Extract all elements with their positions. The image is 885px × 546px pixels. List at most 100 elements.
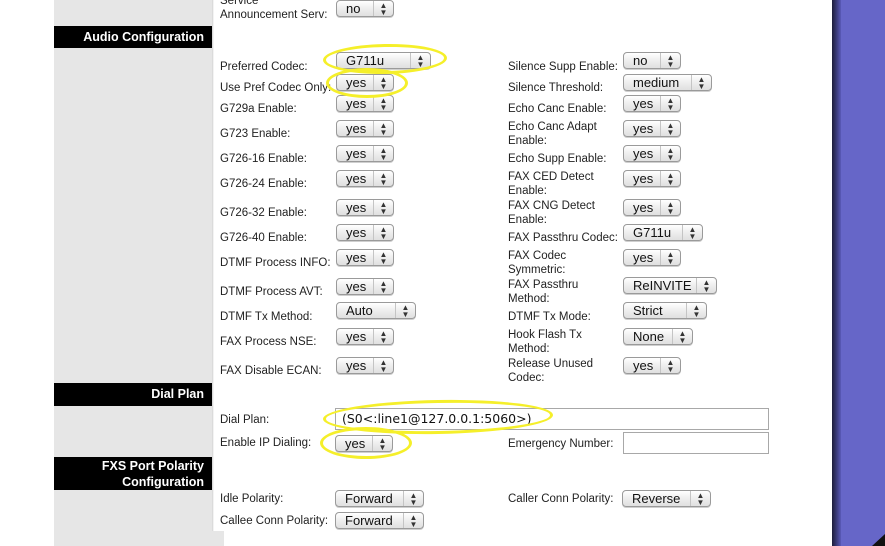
select-value: yes: [633, 121, 654, 136]
select-value: yes: [346, 75, 367, 90]
audio-left-label-0: Preferred Codec:: [220, 61, 308, 73]
fxs-header-line-1: FXS Port Polarity: [101, 459, 204, 473]
audio-right-select-11[interactable]: None ▲ ▼: [623, 328, 693, 345]
audio-right-label-3: Echo Canc Adapt: [508, 121, 597, 133]
audio-right-select-2[interactable]: yes ▲ ▼: [623, 95, 681, 112]
audio-left-select-0[interactable]: G711u ▲ ▼: [336, 52, 431, 69]
select-arrows-icon: ▲ ▼: [660, 250, 680, 266]
audio-left-select-3[interactable]: yes ▲ ▼: [336, 120, 394, 137]
select-arrows-icon: ▲ ▼: [373, 75, 393, 91]
callee-conn-polarity-label: Callee Conn Polarity:: [220, 515, 329, 527]
select-arrows-icon: ▲ ▼: [373, 250, 393, 266]
idle-polarity-select[interactable]: Forward ▲ ▼: [335, 490, 424, 507]
audio-right-label-0: Silence Supp Enable:: [508, 61, 618, 73]
select-value: medium: [633, 75, 680, 90]
section-audio-configuration: Audio Configuration: [54, 26, 212, 48]
audio-right-select-10[interactable]: Strict ▲ ▼: [623, 302, 707, 319]
dial-plan-input[interactable]: (S0<:line1@127.0.0.1:5060>): [335, 408, 769, 430]
select-value: yes: [633, 250, 654, 265]
select-arrows-icon: ▲ ▼: [373, 329, 393, 345]
audio-left-select-8[interactable]: yes ▲ ▼: [336, 249, 394, 266]
audio-right-label-8-line2: Symmetric:: [508, 264, 566, 276]
audio-right-select-9[interactable]: ReINVITE ▲ ▼: [623, 277, 717, 294]
audio-left-select-12[interactable]: yes ▲ ▼: [336, 357, 394, 374]
fxs-header-line-2: Configuration: [122, 475, 204, 489]
audio-left-select-4[interactable]: yes ▲ ▼: [336, 145, 394, 162]
select-value: yes: [346, 96, 367, 111]
audio-left-select-10[interactable]: Auto ▲ ▼: [336, 302, 416, 319]
select-value: yes: [346, 250, 367, 265]
audio-left-select-5[interactable]: yes ▲ ▼: [336, 170, 394, 187]
service-announcement-label-2: Announcement Serv:: [220, 9, 328, 21]
audio-right-label-9: FAX Passthru: [508, 279, 579, 291]
audio-left-select-11[interactable]: yes ▲ ▼: [336, 328, 394, 345]
audio-right-select-8[interactable]: yes ▲ ▼: [623, 249, 681, 266]
emergency-number-input[interactable]: [623, 432, 769, 454]
audio-right-label-5: FAX CED Detect: [508, 171, 594, 183]
select-arrows-icon: ▲ ▼: [690, 491, 710, 507]
select-value: no: [346, 1, 361, 16]
select-arrows-icon: ▲ ▼: [373, 225, 393, 241]
select-value: yes: [633, 200, 654, 215]
audio-right-select-1[interactable]: medium ▲ ▼: [623, 74, 712, 91]
audio-right-select-12[interactable]: yes ▲ ▼: [623, 357, 681, 374]
select-arrows-icon: ▲ ▼: [660, 200, 680, 216]
select-arrows-icon: ▲ ▼: [660, 121, 680, 137]
audio-right-label-10: DTMF Tx Mode:: [508, 311, 591, 323]
enable-ip-dialing-label: Enable IP Dialing:: [220, 437, 312, 449]
audio-right-select-6[interactable]: yes ▲ ▼: [623, 199, 681, 216]
content-divider: [212, 0, 214, 531]
select-arrows-icon: ▲ ▼: [660, 146, 680, 162]
audio-right-label-3-line2: Enable:: [508, 135, 548, 147]
caller-conn-polarity-select[interactable]: Reverse ▲ ▼: [622, 490, 711, 507]
select-arrows-icon: ▲ ▼: [373, 146, 393, 162]
section-fxs-port-polarity: FXS Port Polarity Configuration: [54, 457, 212, 490]
select-value: yes: [346, 329, 367, 344]
select-value: yes: [345, 436, 366, 451]
audio-left-label-10: DTMF Tx Method:: [220, 311, 313, 323]
audio-left-label-9: DTMF Process AVT:: [220, 286, 323, 298]
select-arrows-icon: ▲ ▼: [403, 513, 423, 529]
audio-left-label-3: G723 Enable:: [220, 128, 291, 140]
select-arrows-icon: ▲ ▼: [660, 96, 680, 112]
select-arrows-icon: ▲ ▼: [686, 303, 706, 319]
select-arrows-icon: ▲ ▼: [682, 225, 702, 241]
audio-left-label-2: G729a Enable:: [220, 103, 297, 115]
select-value: yes: [633, 358, 654, 373]
select-arrows-icon: ▲ ▼: [660, 171, 680, 187]
audio-left-select-7[interactable]: yes ▲ ▼: [336, 224, 394, 241]
audio-right-select-4[interactable]: yes ▲ ▼: [623, 145, 681, 162]
select-value: yes: [346, 200, 367, 215]
select-value: yes: [633, 96, 654, 111]
select-value: Forward: [345, 513, 393, 528]
audio-left-label-7: G726-40 Enable:: [220, 232, 307, 244]
audio-left-select-6[interactable]: yes ▲ ▼: [336, 199, 394, 216]
select-value: yes: [346, 171, 367, 186]
select-arrows-icon: ▲ ▼: [672, 329, 692, 345]
audio-right-label-8: FAX Codec: [508, 250, 567, 262]
select-value: Strict: [633, 303, 663, 318]
select-value: Auto: [346, 303, 373, 318]
select-arrows-icon: ▲ ▼: [403, 491, 423, 507]
service-announcement-select[interactable]: no ▲ ▼: [336, 0, 394, 17]
callee-conn-polarity-select[interactable]: Forward ▲ ▼: [335, 512, 424, 529]
enable-ip-dialing-select[interactable]: yes ▲ ▼: [335, 435, 393, 452]
select-value: G711u: [633, 225, 672, 240]
audio-left-label-6: G726-32 Enable:: [220, 207, 307, 219]
audio-left-label-5: G726-24 Enable:: [220, 178, 307, 190]
audio-left-select-9[interactable]: yes ▲ ▼: [336, 278, 394, 295]
audio-right-select-5[interactable]: yes ▲ ▼: [623, 170, 681, 187]
audio-right-select-3[interactable]: yes ▲ ▼: [623, 120, 681, 137]
audio-right-select-7[interactable]: G711u ▲ ▼: [623, 224, 703, 241]
audio-right-label-5-line2: Enable:: [508, 185, 548, 197]
audio-right-select-0[interactable]: no ▲ ▼: [623, 52, 681, 69]
audio-right-label-11: Hook Flash Tx: [508, 329, 582, 341]
select-value: None: [633, 329, 665, 344]
select-arrows-icon: ▲ ▼: [660, 358, 680, 374]
audio-right-label-12-line2: Codec:: [508, 372, 545, 384]
audio-left-select-1[interactable]: yes ▲ ▼: [336, 74, 394, 91]
select-arrows-icon: ▲ ▼: [373, 200, 393, 216]
audio-left-select-2[interactable]: yes ▲ ▼: [336, 95, 394, 112]
select-value: yes: [633, 146, 654, 161]
audio-right-label-6: FAX CNG Detect: [508, 200, 595, 212]
